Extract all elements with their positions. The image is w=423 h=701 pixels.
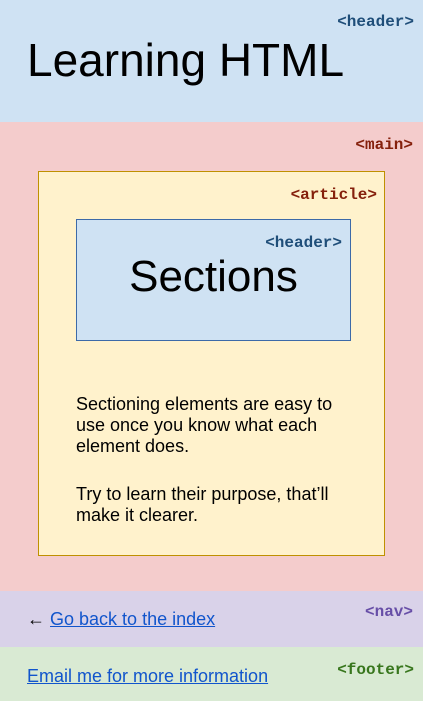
nav-tag-label: <nav> — [364, 603, 413, 621]
article-tag-label: <article> — [290, 186, 377, 204]
footer-tag-label: <footer> — [337, 661, 414, 679]
footer-region: Email me for more information <footer> — [0, 647, 423, 701]
article-header-tag-label: <header> — [265, 234, 342, 252]
main-tag-label: <main> — [355, 136, 413, 154]
article-region: <article> <header> Sections Sectioning e… — [38, 171, 385, 556]
nav-link-row: ← Go back to the index — [27, 609, 215, 629]
article-header-region: <header> Sections — [76, 219, 351, 341]
email-link[interactable]: Email me for more information — [27, 666, 268, 686]
article-paragraph: Try to learn their purpose, that’ll make… — [76, 484, 329, 525]
left-arrow-icon: ← — [27, 609, 51, 629]
page-header-region: <header> Learning HTML — [0, 0, 423, 122]
nav-region: ← Go back to the index <nav> — [0, 591, 423, 647]
article-paragraph: Sectioning elements are easy to use once… — [76, 394, 333, 456]
header-tag-label: <header> — [337, 13, 414, 31]
main-region: <main> <article> <header> Sections Secti… — [0, 122, 423, 591]
page-title: Learning HTML — [27, 34, 345, 86]
back-to-index-link[interactable]: Go back to the index — [50, 609, 215, 629]
article-title: Sections — [129, 252, 298, 301]
